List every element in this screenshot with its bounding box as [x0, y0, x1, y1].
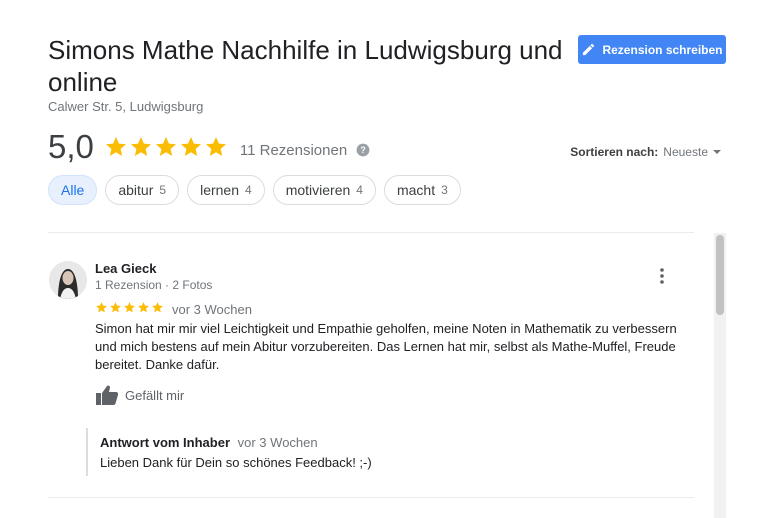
sort-value[interactable]: Neueste	[663, 145, 708, 159]
caret-down-icon[interactable]	[713, 150, 721, 154]
star-icon	[110, 302, 121, 313]
chip-lernen[interactable]: lernen 4	[187, 175, 265, 205]
chip-macht[interactable]: macht 3	[383, 175, 461, 205]
chip-count: 3	[441, 183, 448, 197]
rating-summary: 5,0 11 Rezensionen ?	[48, 128, 370, 166]
reply-text: Lieben Dank für Dein so schönes Feedback…	[100, 455, 372, 470]
review-stars	[95, 301, 164, 314]
chip-label: lernen	[200, 182, 239, 198]
chip-count: 4	[245, 183, 252, 197]
owner-reply: Antwort vom Inhaber vor 3 Wochen Lieben …	[86, 428, 646, 476]
reviewer-meta: 1 Rezension · 2 Fotos	[95, 278, 213, 292]
help-icon[interactable]: ?	[356, 143, 370, 157]
more-vert-icon[interactable]	[654, 266, 670, 286]
chip-count: 5	[159, 183, 167, 197]
svg-text:?: ?	[361, 145, 366, 155]
star-icon	[152, 302, 163, 313]
sort-label: Sortieren nach:	[570, 145, 659, 159]
chip-label: macht	[396, 182, 436, 198]
chip-count: 4	[356, 183, 363, 197]
star-icon	[124, 302, 135, 313]
like-button[interactable]: Gefällt mir	[95, 384, 184, 406]
write-review-label: Rezension schreiben	[602, 42, 723, 57]
like-label: Gefällt mir	[125, 387, 185, 403]
business-title: Simons Mathe Nachhilfe in Ludwigsburg un…	[48, 35, 563, 97]
chip-motivieren[interactable]: motivieren 4	[272, 175, 376, 205]
business-address: Calwer Str. 5, Ludwigsburg	[48, 99, 204, 114]
average-rating: 5,0	[48, 128, 94, 165]
avatar[interactable]	[49, 261, 87, 299]
write-review-button[interactable]: Rezension schreiben	[578, 35, 726, 64]
reply-owner-label: Antwort vom Inhaber	[100, 435, 231, 450]
thumbs-up-icon	[96, 385, 119, 405]
rating-stars	[104, 135, 228, 159]
divider	[48, 497, 694, 498]
star-icon	[105, 137, 126, 156]
review-time: vor 3 Wochen	[172, 302, 252, 317]
star-icon	[180, 137, 201, 156]
chip-label: motivieren	[285, 182, 351, 198]
user-photo-icon	[49, 261, 87, 299]
star-icon	[205, 137, 226, 156]
star-icon	[138, 302, 149, 313]
pencil-icon	[583, 43, 595, 56]
chip-alle[interactable]: Alle	[48, 175, 98, 205]
scrollbar-thumb[interactable]	[716, 235, 724, 315]
review-count[interactable]: 11 Rezensionen	[240, 142, 347, 159]
divider	[48, 232, 694, 233]
reviewer-name[interactable]: Lea Gieck	[95, 261, 156, 276]
review-text: Simon hat mir mir viel Leichtigkeit und …	[95, 321, 677, 372]
star-icon	[96, 302, 107, 313]
star-icon	[130, 137, 151, 156]
reply-time: vor 3 Wochen	[237, 435, 318, 450]
sort-control[interactable]: Sortieren nach: Neueste	[570, 145, 721, 159]
star-icon	[155, 137, 176, 156]
topic-chips: Alle abitur 5 lernen 4 motivieren 4 macht 3	[48, 175, 461, 205]
chip-label: Alle	[61, 182, 85, 198]
chip-abitur[interactable]: abitur 5	[105, 175, 180, 205]
chip-label: abitur	[118, 182, 154, 198]
